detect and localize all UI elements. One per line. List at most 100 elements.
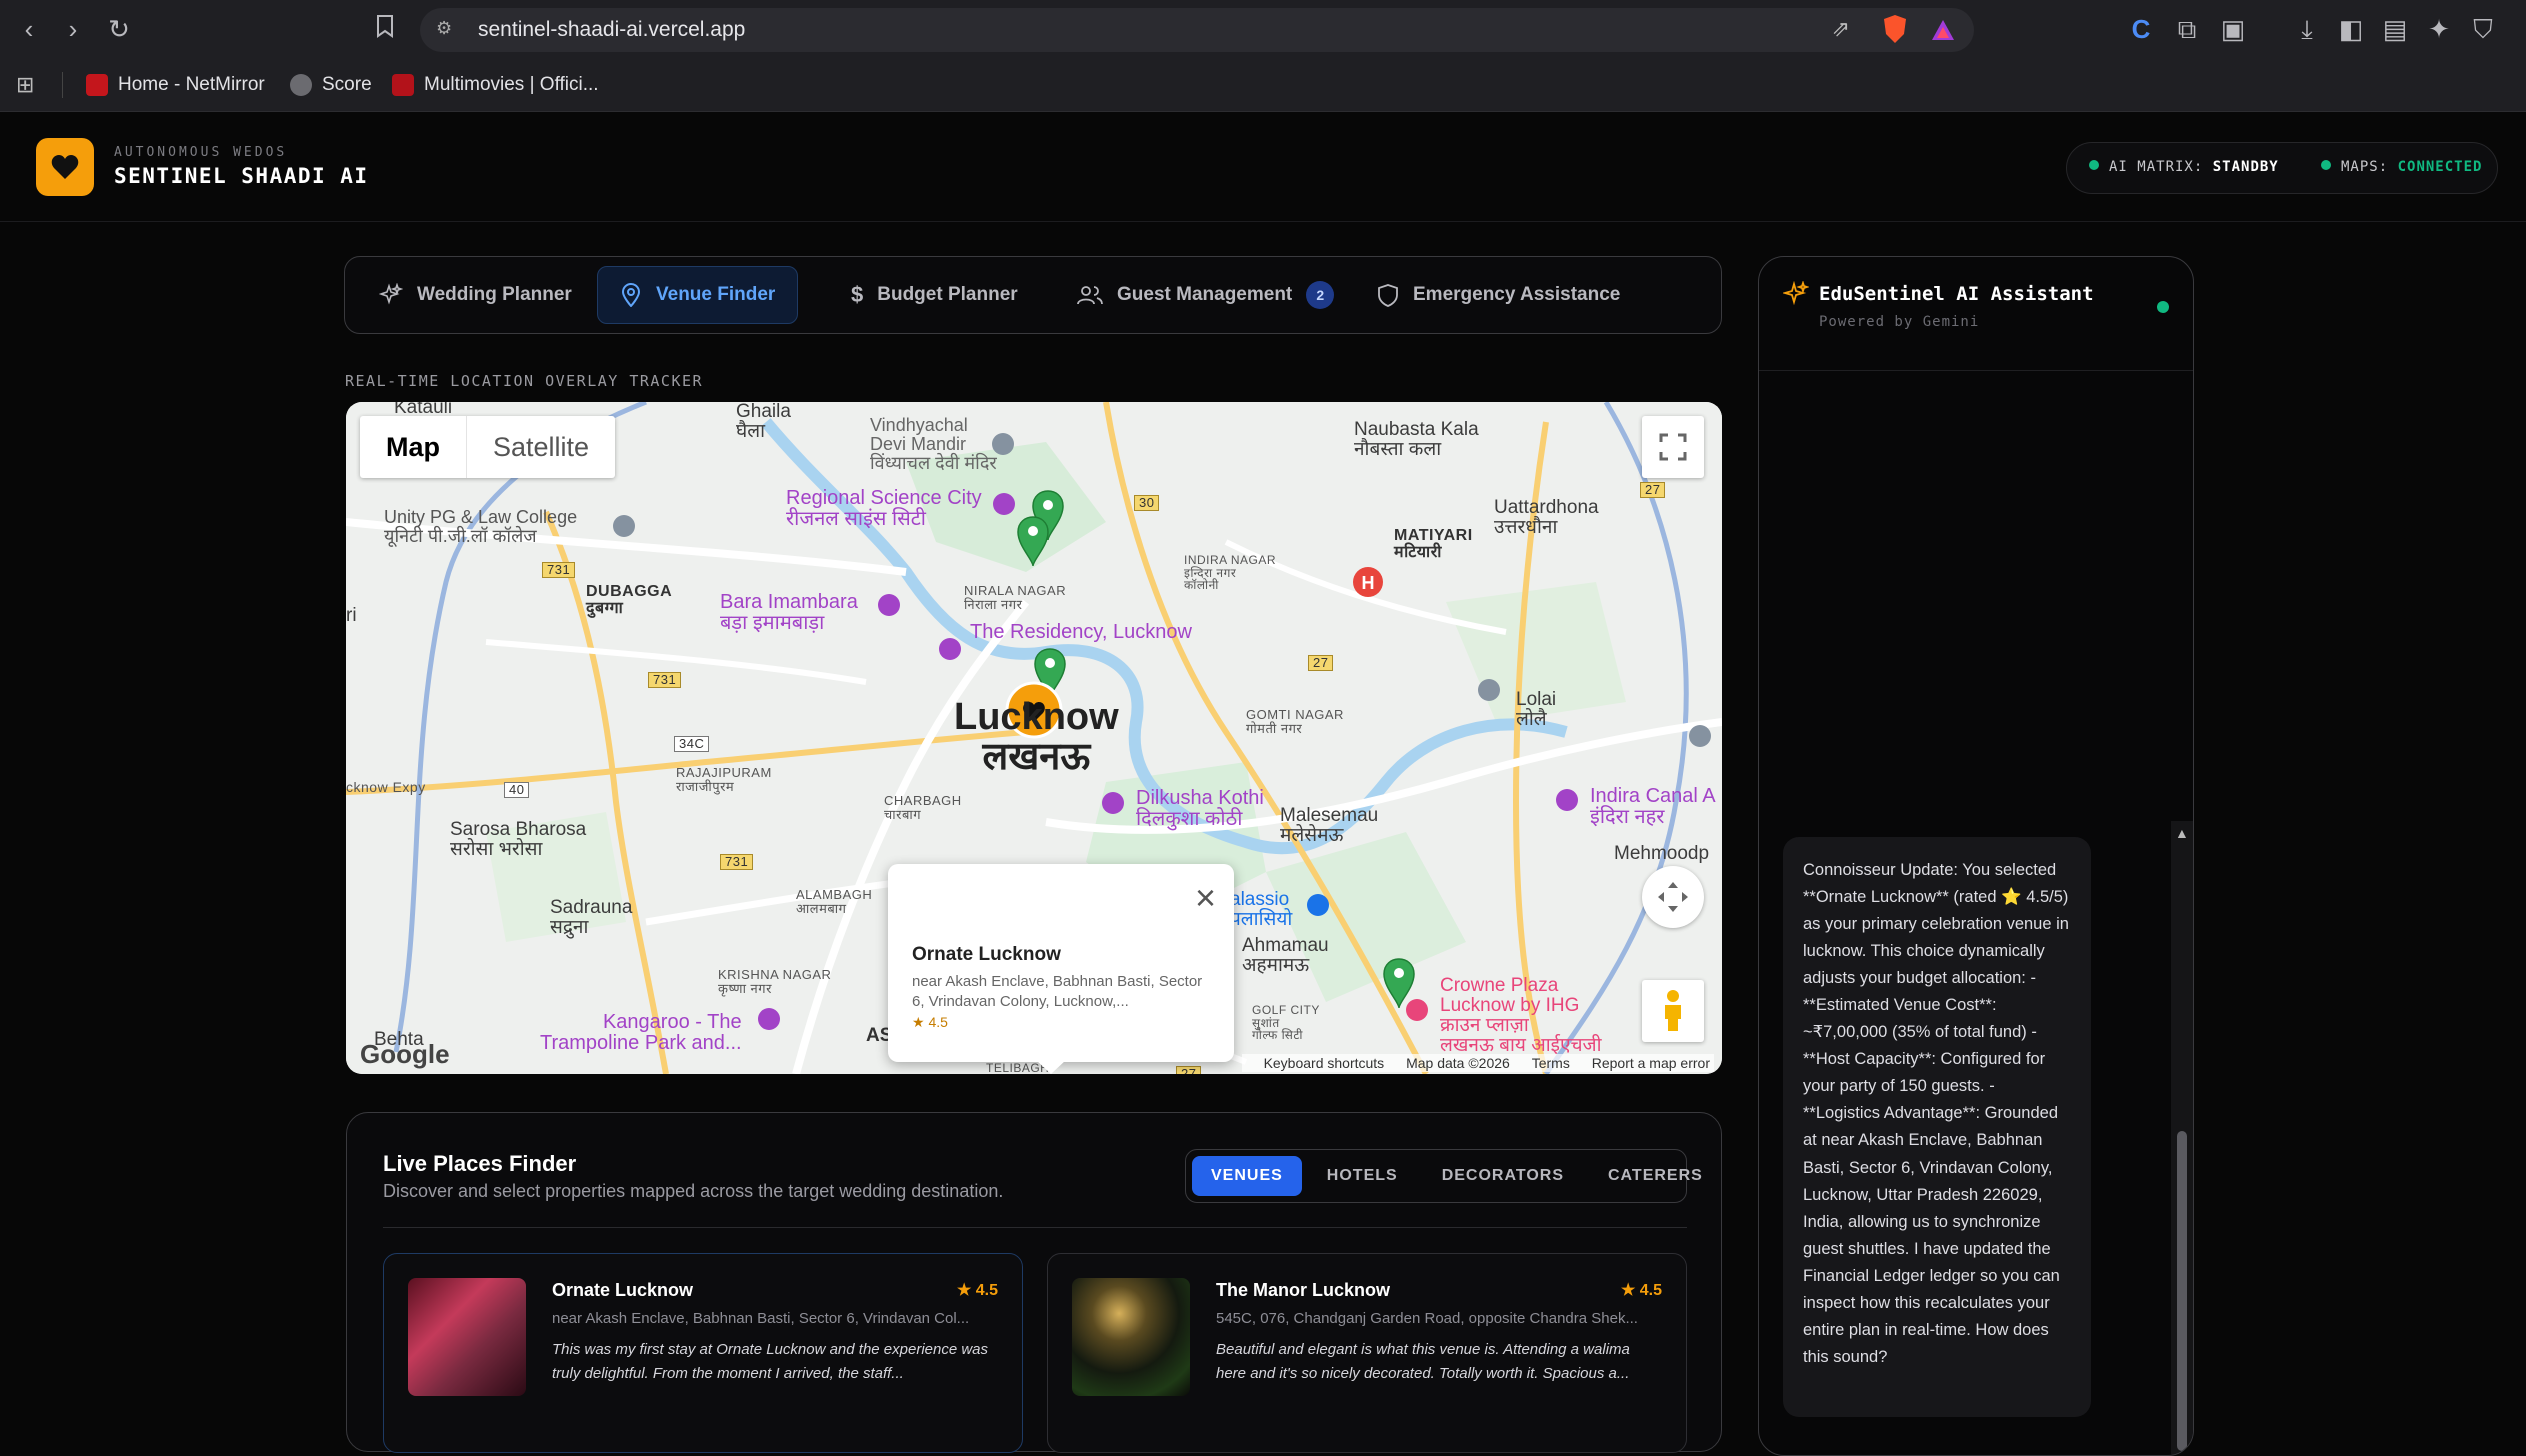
map-label: The Residency, Lucknow	[970, 621, 1192, 643]
category-tab-decorators[interactable]: DECORATORS	[1423, 1156, 1583, 1196]
bookmark-score[interactable]: Score	[290, 68, 372, 102]
map-label: Lolai लोलै	[1516, 689, 1557, 730]
venue-map[interactable]: H 731 731 731 30 27 27 34C 40 27 Katauli…	[346, 402, 1722, 1074]
poi-marker[interactable]	[878, 594, 900, 616]
poi-marker[interactable]	[758, 1008, 780, 1030]
tab-venue-finder[interactable]: Venue Finder	[597, 266, 799, 324]
venue-thumbnail	[408, 1278, 526, 1396]
wallet-icon[interactable]: ▤	[2378, 12, 2412, 46]
screenshot-icon[interactable]: ▣	[2216, 12, 2250, 46]
shield-icon	[1378, 284, 1398, 307]
category-tab-caterers[interactable]: CATERERS	[1589, 1156, 1722, 1196]
place-name: The Manor Lucknow	[1216, 1280, 1391, 1300]
app-header: AUTONOMOUS WEDOS SENTINEL SHAADI AI AI M…	[0, 112, 2526, 222]
map-label: RAJAJIPURAM राजाजीपुरम	[676, 765, 772, 794]
bookmark-multimovies[interactable]: Multimovies | Offici...	[392, 68, 599, 102]
temple-marker[interactable]	[1689, 725, 1711, 747]
sidebar-icon[interactable]: ◧	[2334, 12, 2368, 46]
apps-grid-icon[interactable]: ⊞	[16, 68, 34, 102]
back-icon[interactable]: ‹	[12, 12, 46, 46]
scroll-up-icon[interactable]: ▲	[2175, 825, 2189, 841]
reload-icon[interactable]: ↻	[102, 12, 136, 46]
brave-rewards-icon[interactable]	[1930, 18, 1956, 47]
ai-assistant-title: EduSentinel AI Assistant	[1819, 283, 2094, 305]
scrollbar-thumb[interactable]	[2177, 1131, 2187, 1451]
map-label: Vindhyachal Devi Mandir विंध्याचल देवी म…	[870, 415, 997, 473]
category-tab-venues[interactable]: VENUES	[1192, 1156, 1302, 1196]
brand-title: SENTINEL SHAADI AI	[114, 164, 369, 188]
info-window-address: near Akash Enclave, Babhnan Basti, Secto…	[912, 973, 1203, 1010]
tab-wedding-planner[interactable]: Wedding Planner	[357, 266, 594, 324]
close-icon[interactable]: ×	[1195, 880, 1216, 916]
terms-link[interactable]: Terms	[1532, 1055, 1570, 1071]
bookmark-icon[interactable]	[368, 12, 402, 46]
place-card[interactable]: Ornate Lucknow ★ 4.5 near Akash Enclave,…	[383, 1253, 1023, 1453]
place-address: near Akash Enclave, Babhnan Basti, Secto…	[552, 1310, 970, 1327]
map-label: Sarosa Bharosa सरोसा भरोसा	[450, 819, 587, 860]
map-label: Malesemau मलेसेमऊ	[1280, 805, 1379, 846]
poi-marker[interactable]	[1556, 789, 1578, 811]
ai-powered-by: Powered by Gemini	[1819, 314, 1980, 330]
map-label: Kangaroo - The Trampoline Park and...	[540, 1011, 742, 1054]
netmirror-icon	[86, 73, 108, 96]
pegman-icon	[1665, 990, 1681, 1031]
places-title: Live Places Finder	[383, 1151, 577, 1176]
brave-shield-icon[interactable]	[1882, 14, 1908, 49]
download-icon[interactable]: ⤓	[2290, 12, 2324, 46]
info-window-pointer	[1036, 1060, 1066, 1074]
site-settings-icon[interactable]: ⚙	[436, 18, 452, 39]
map-type-satellite-button[interactable]: Satellite	[467, 416, 615, 478]
map-label: GOMTI NAGAR गोमती नगर	[1246, 707, 1344, 736]
divider	[383, 1227, 1687, 1228]
address-bar[interactable]: ⚙ sentinel-shaadi-ai.vercel.app ⇗	[420, 8, 1974, 52]
place-review: Beautiful and elegant is what this venue…	[1216, 1341, 1630, 1382]
road-shield: 27	[1640, 482, 1666, 498]
tab-budget-planner[interactable]: $ Budget Planner	[829, 266, 1040, 324]
map-label: Bara Imambara बड़ा इमामबाड़ा	[720, 591, 858, 634]
vpn-icon[interactable]: ⛉	[2466, 12, 2500, 46]
report-error-link[interactable]: Report a map error	[1592, 1055, 1710, 1071]
road-shield: 27	[1176, 1066, 1202, 1074]
map-type-map-button[interactable]: Map	[360, 416, 467, 478]
road-shield: 30	[1134, 495, 1160, 511]
keyboard-shortcuts-link[interactable]: Keyboard shortcuts	[1264, 1055, 1385, 1071]
poi-marker[interactable]	[939, 638, 961, 660]
poi-marker[interactable]	[1102, 792, 1124, 814]
google-logo: Google	[360, 1039, 450, 1069]
map-label: Indira Canal A इंदिरा नहर	[1590, 785, 1716, 828]
status-label: AI MATRIX:	[2109, 159, 2204, 175]
hospital-icon[interactable]: H	[1353, 567, 1383, 597]
dollar-icon: $	[851, 282, 864, 307]
status-dot	[2321, 160, 2331, 170]
maps-status: MAPS: CONNECTED	[2321, 159, 2482, 175]
map-label: GOLF CITY सुशांत गोल्फ सिटी	[1252, 1003, 1320, 1043]
poi-marker[interactable]	[993, 493, 1015, 515]
extensions-icon[interactable]: ⧉	[2170, 12, 2204, 46]
street-view-pegman-button[interactable]	[1642, 980, 1704, 1042]
category-tab-hotels[interactable]: HOTELS	[1308, 1156, 1417, 1196]
tab-emergency-assistance[interactable]: Emergency Assistance	[1355, 266, 1642, 324]
fullscreen-button[interactable]	[1642, 416, 1704, 478]
leo-ai-icon[interactable]: ✦	[2422, 12, 2456, 46]
tab-guest-management[interactable]: Guest Management 2	[1055, 266, 1356, 324]
url-text[interactable]: sentinel-shaadi-ai.vercel.app	[478, 18, 745, 42]
extension-c-icon[interactable]: C	[2124, 12, 2158, 46]
chat-scrollbar[interactable]: ▲	[2171, 821, 2193, 1455]
bookmark-label: Multimovies | Offici...	[424, 74, 599, 95]
poi-marker[interactable]	[1307, 894, 1329, 916]
road-shield: 731	[542, 562, 576, 578]
hotel-marker[interactable]	[1406, 999, 1428, 1021]
forward-icon[interactable]: ›	[56, 12, 90, 46]
school-marker[interactable]	[613, 515, 635, 537]
map-label: Ahmamau अहमामऊ	[1242, 935, 1329, 976]
tab-label: Budget Planner	[877, 284, 1018, 305]
bookmark-netmirror[interactable]: Home - NetMirror	[86, 68, 265, 102]
place-card[interactable]: The Manor Lucknow ★ 4.5 545C, 076, Chand…	[1047, 1253, 1687, 1453]
share-icon[interactable]: ⇗	[1832, 16, 1850, 42]
status-pill: AI MATRIX: STANDBY MAPS: CONNECTED	[2066, 142, 2498, 194]
map-label: Uattardhona उत्तरधौना	[1494, 497, 1599, 538]
heart-logo-icon[interactable]	[36, 138, 94, 196]
school-marker[interactable]	[1478, 679, 1500, 701]
camera-control-button[interactable]	[1642, 866, 1704, 928]
category-tabs: VENUES HOTELS DECORATORS CATERERS	[1185, 1149, 1702, 1203]
